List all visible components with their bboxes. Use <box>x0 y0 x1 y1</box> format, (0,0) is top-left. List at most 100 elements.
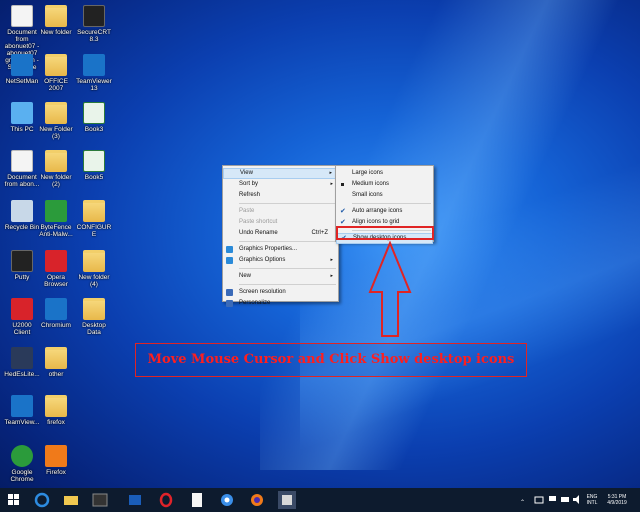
desktop-icon-google-chrome[interactable]: Google Chrome <box>4 445 40 483</box>
menu-item-graphics-options[interactable]: Graphics Options ▸ <box>223 255 338 266</box>
taskbar-document[interactable] <box>188 491 206 509</box>
desktop-icon-new-folder-4[interactable]: New folder (4) <box>76 250 112 288</box>
taskbar-securecrt[interactable] <box>91 491 109 509</box>
desktop-icon-new-folder[interactable]: New folder <box>38 5 74 36</box>
taskbar-opera[interactable] <box>157 491 175 509</box>
instruction-banner: Move Mouse Cursor and Click Show desktop… <box>135 343 527 377</box>
flag-icon <box>549 496 556 501</box>
chromium-icon <box>45 298 67 320</box>
desktop-icon-office-2007[interactable]: OFFICE 2007 <box>38 54 74 92</box>
menu-item-paste[interactable]: Paste <box>223 206 338 217</box>
desktop-icon-recycle-bin[interactable]: Recycle Bin <box>4 200 40 231</box>
monitor-icon <box>226 289 233 296</box>
menu-item-screen-resolution[interactable]: Screen resolution <box>223 287 338 298</box>
folder-icon <box>83 250 105 272</box>
desktop-icon-document-2[interactable]: Document from abon... <box>4 150 40 188</box>
desktop-icon-new-folder-3[interactable]: New Folder (3) <box>38 102 74 140</box>
desktop-icon-teamviewer[interactable]: TeamViewer 13 <box>76 54 112 92</box>
graphics-icon <box>226 257 233 264</box>
menu-item-refresh[interactable]: Refresh <box>223 190 338 201</box>
desktop-icon-teamviewer-2[interactable]: TeamView... <box>4 395 40 426</box>
graphics-icon <box>226 246 233 253</box>
paint-icon <box>282 495 292 505</box>
taskbar-tray-display[interactable] <box>560 491 570 509</box>
desktop-icon-this-pc[interactable]: This PC <box>4 102 40 133</box>
taskbar-tray-flag[interactable] <box>548 491 558 509</box>
submenu-item-auto-arrange[interactable]: ✔ Auto arrange icons <box>336 206 433 217</box>
desktop-icon-firefox-folder[interactable]: firefox <box>38 395 74 426</box>
menu-separator <box>239 284 336 285</box>
menu-separator <box>239 241 336 242</box>
desktop-icon-firefox[interactable]: Firefox <box>38 445 74 476</box>
folder-icon <box>45 347 67 369</box>
teamviewer-icon <box>83 54 105 76</box>
menu-item-paste-shortcut[interactable]: Paste shortcut <box>223 217 338 228</box>
chrome-icon <box>11 445 33 467</box>
start-button[interactable] <box>8 494 20 506</box>
taskbar-tray-network[interactable] <box>534 491 544 509</box>
document-icon <box>11 150 33 172</box>
network-icon <box>11 54 33 76</box>
menu-item-view[interactable]: View ▸ <box>223 168 338 179</box>
volume-icon <box>573 495 579 504</box>
menu-item-sort-by[interactable]: Sort by ▸ <box>223 179 338 190</box>
taskbar-active-app[interactable] <box>278 491 296 509</box>
folder-icon <box>64 496 78 505</box>
hdx-icon <box>11 347 33 369</box>
menu-item-personalize[interactable]: Personalize <box>223 298 338 309</box>
submenu-item-medium-icons[interactable]: Medium icons <box>336 179 433 190</box>
desktop-icon-other[interactable]: other <box>38 347 74 378</box>
windows-logo-icon <box>14 500 19 505</box>
radio-dot-icon <box>341 183 344 186</box>
desktop-icon-new-folder-2[interactable]: New folder (2) <box>38 150 74 188</box>
terminal-icon <box>92 493 108 507</box>
document-icon <box>11 5 33 27</box>
desktop-icon-netsetman[interactable]: NetSetMan <box>4 54 40 85</box>
personalize-icon <box>226 300 233 307</box>
submenu-item-large-icons[interactable]: Large icons <box>336 168 433 179</box>
taskbar-app-blue[interactable] <box>126 491 144 509</box>
taskbar-chromium[interactable] <box>218 491 236 509</box>
u2000-client-icon <box>11 298 33 320</box>
highlight-box <box>336 226 434 240</box>
menu-item-new[interactable]: New ▸ <box>223 271 338 282</box>
app-icon <box>129 495 141 505</box>
chevron-right-icon: ▸ <box>329 170 332 176</box>
folder-icon <box>45 150 67 172</box>
taskbar-tray-chevron[interactable]: ⌃ <box>520 491 530 509</box>
spreadsheet-icon <box>83 150 105 172</box>
submenu-item-small-icons[interactable]: Small icons <box>336 190 433 201</box>
clock[interactable]: 5:31 PM 4/9/2019 <box>602 494 632 506</box>
desktop-icon-opera[interactable]: Opera Browser <box>38 250 74 288</box>
internet-explorer-icon <box>34 492 50 508</box>
desktop-icon-u2000-client[interactable]: U2000 Client <box>4 298 40 336</box>
firefox-icon <box>45 445 67 467</box>
desktop-icon-configure[interactable]: CONFIGURE <box>76 200 112 238</box>
taskbar-tray-volume[interactable] <box>572 491 582 509</box>
menu-separator <box>239 203 336 204</box>
chevron-up-icon: ⌃ <box>520 500 526 506</box>
document-icon <box>192 493 202 507</box>
chevron-right-icon: ▸ <box>330 273 333 279</box>
menu-separator <box>239 268 336 269</box>
desktop-icon-book5[interactable]: Book5 <box>76 150 112 181</box>
menu-item-graphics-properties[interactable]: Graphics Properties... <box>223 244 338 255</box>
folder-icon <box>45 102 67 124</box>
desktop-icon-putty[interactable]: Putty <box>4 250 40 281</box>
desktop-icon-desktop-data[interactable]: Desktop Data <box>76 298 112 336</box>
desktop-icon-securecrt[interactable]: SecureCRT 8.3 <box>76 5 112 43</box>
desktop-icon-bytefence[interactable]: ByteFence Anti-Malw... <box>38 200 74 238</box>
desktop-icon-hedeslite[interactable]: HedEsLite... <box>4 347 40 378</box>
menu-item-undo-rename[interactable]: Undo Rename Ctrl+Z <box>223 228 338 239</box>
language-indicator[interactable]: ENG INTL <box>584 494 600 506</box>
windows-logo-icon <box>8 494 13 499</box>
taskbar-file-explorer[interactable] <box>62 491 80 509</box>
menu-separator <box>352 203 431 204</box>
taskbar-firefox[interactable] <box>248 491 266 509</box>
folder-icon <box>83 298 105 320</box>
taskbar-ie[interactable] <box>33 491 51 509</box>
desktop-icon-book3[interactable]: Book3 <box>76 102 112 133</box>
desktop-icon-chromium[interactable]: Chromium <box>38 298 74 329</box>
folder-icon <box>45 395 67 417</box>
opera-icon <box>45 250 67 272</box>
